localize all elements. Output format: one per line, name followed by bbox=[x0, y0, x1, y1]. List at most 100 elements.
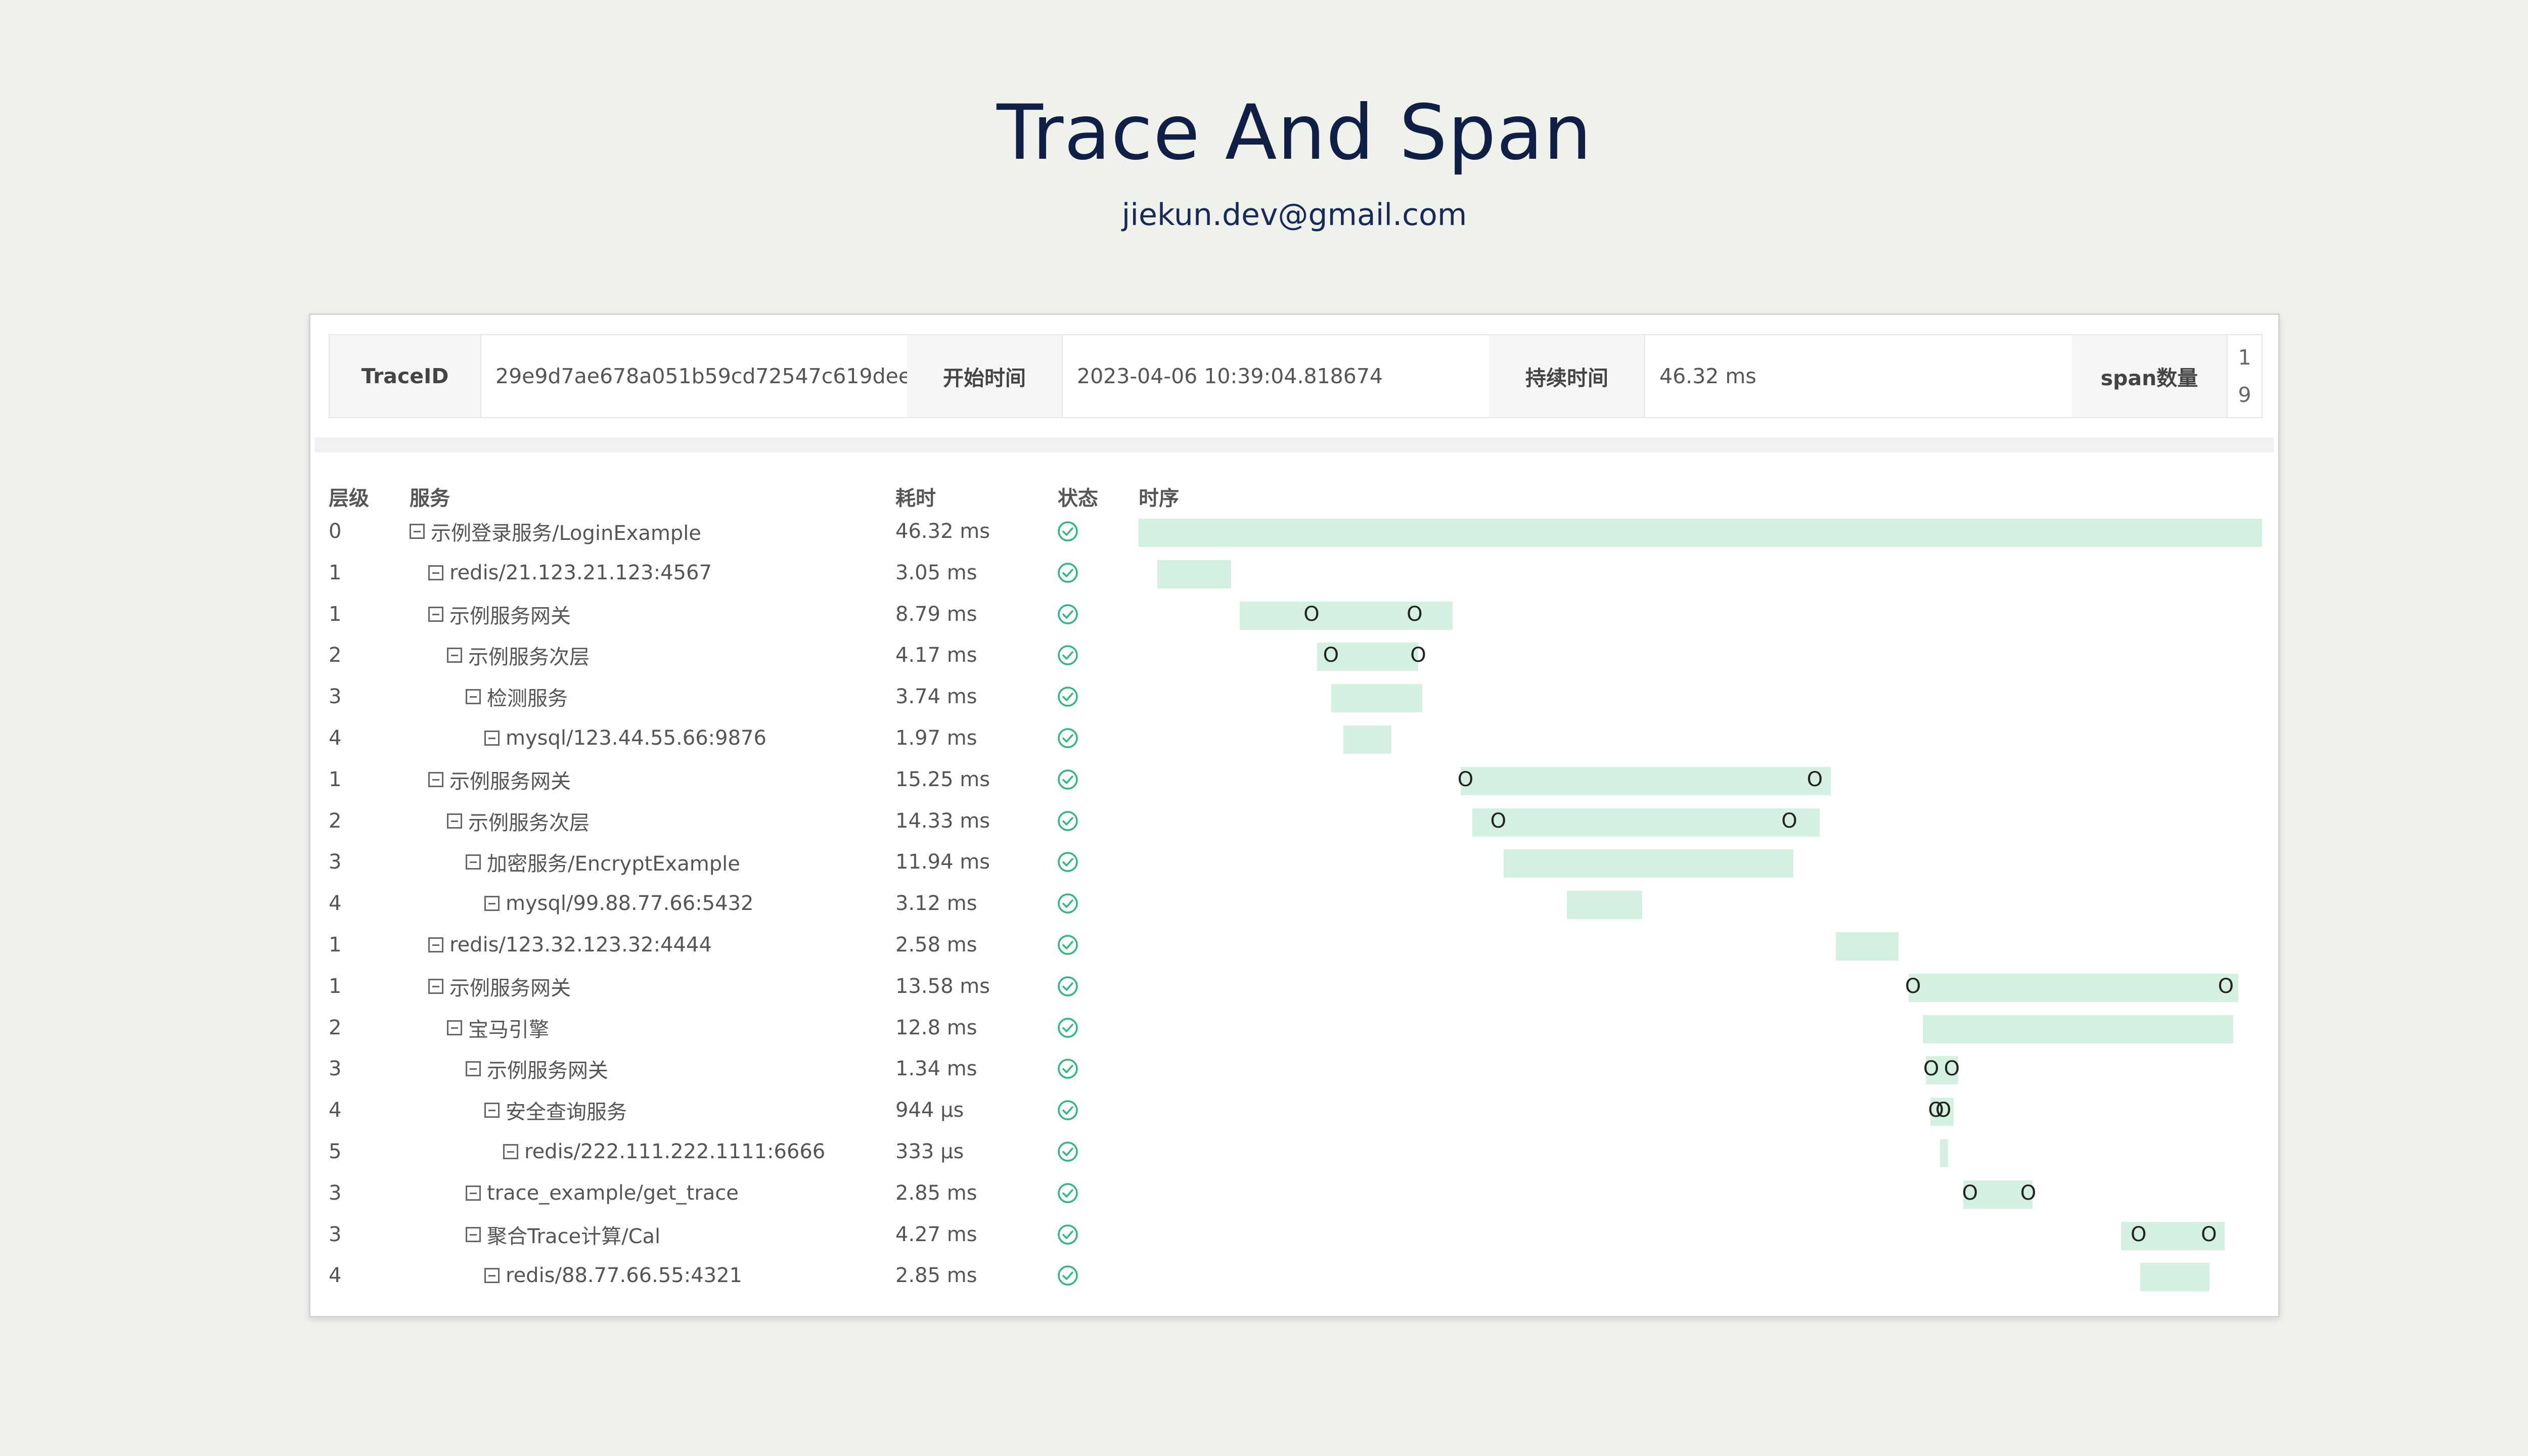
span-service-name: 示例服务次层 bbox=[468, 646, 590, 669]
collapse-icon[interactable] bbox=[428, 937, 443, 952]
span-row[interactable]: 1 redis/21.123.21.123:4567 3.05 ms bbox=[310, 552, 2277, 594]
span-row[interactable]: 1 示例服务网关 13.58 ms O O bbox=[310, 966, 2277, 1007]
span-timeline-bar[interactable] bbox=[1503, 849, 1793, 878]
span-event-marker[interactable]: O bbox=[1303, 597, 1319, 632]
duration-value: 46.32 ms bbox=[1644, 335, 2072, 417]
span-timeline-bar[interactable] bbox=[1157, 560, 1232, 588]
span-event-marker[interactable]: O bbox=[1923, 1051, 1939, 1086]
collapse-icon[interactable] bbox=[503, 1144, 518, 1159]
span-row[interactable]: 4 mysql/99.88.77.66:5432 3.12 ms bbox=[310, 883, 2277, 924]
span-row[interactable]: 0 示例登录服务/LoginExample 46.32 ms bbox=[310, 511, 2277, 552]
collapse-icon[interactable] bbox=[428, 565, 443, 580]
status-ok-icon bbox=[1058, 1183, 1078, 1203]
span-row[interactable]: 3 聚合Trace计算/Cal 4.27 ms O O bbox=[310, 1214, 2277, 1255]
span-event-marker[interactable]: O bbox=[1781, 803, 1797, 839]
collapse-icon[interactable] bbox=[447, 813, 462, 829]
span-service-name: 示例服务网关 bbox=[449, 976, 571, 1000]
span-timeline-bar[interactable] bbox=[1940, 1139, 1949, 1167]
span-event-marker[interactable]: O bbox=[2131, 1217, 2146, 1252]
span-duration: 3.05 ms bbox=[895, 561, 977, 584]
span-service: 示例服务网关 bbox=[428, 966, 571, 1007]
status-ok-icon bbox=[1058, 935, 1078, 955]
span-level: 3 bbox=[329, 850, 342, 874]
span-level: 0 bbox=[329, 520, 342, 543]
collapse-icon[interactable] bbox=[484, 1268, 500, 1284]
span-event-marker[interactable]: O bbox=[1905, 969, 1921, 1004]
collapse-icon[interactable] bbox=[410, 524, 425, 539]
span-timeline-bar[interactable] bbox=[1331, 684, 1422, 713]
collapse-icon[interactable] bbox=[428, 771, 443, 787]
header-level: 层级 bbox=[329, 487, 369, 510]
span-duration: 4.17 ms bbox=[895, 644, 977, 667]
span-row[interactable]: 2 示例服务次层 14.33 ms O O bbox=[310, 800, 2277, 842]
collapse-icon[interactable] bbox=[447, 1020, 462, 1035]
span-row[interactable]: 3 示例服务网关 1.34 ms O O bbox=[310, 1048, 2277, 1089]
collapse-icon[interactable] bbox=[466, 1226, 481, 1242]
span-service: 安全查询服务 bbox=[484, 1089, 627, 1131]
span-row[interactable]: 3 检测服务 3.74 ms bbox=[310, 676, 2277, 717]
collapse-icon[interactable] bbox=[466, 1185, 481, 1201]
span-timeline-bar[interactable] bbox=[1461, 766, 1831, 795]
span-row[interactable]: 1 示例服务网关 15.25 ms O O bbox=[310, 759, 2277, 800]
span-timeline-bar[interactable] bbox=[1343, 725, 1391, 754]
span-event-marker[interactable]: O bbox=[2218, 969, 2234, 1004]
trace-info-bar: TraceID 29e9d7ae678a051b59cd72547c619dee… bbox=[329, 334, 2263, 418]
span-duration: 8.79 ms bbox=[895, 602, 977, 626]
span-row[interactable]: 1 redis/123.32.123.32:4444 2.58 ms bbox=[310, 924, 2277, 966]
span-event-marker[interactable]: O bbox=[1410, 638, 1426, 673]
span-timeline-bar[interactable] bbox=[1922, 1015, 2233, 1043]
span-event-marker[interactable]: O bbox=[1962, 1175, 1978, 1211]
trace-panel: TraceID 29e9d7ae678a051b59cd72547c619dee… bbox=[309, 313, 2280, 1317]
span-event-marker[interactable]: O bbox=[2201, 1217, 2217, 1252]
header-service: 服务 bbox=[410, 487, 450, 510]
span-duration: 1.34 ms bbox=[895, 1057, 977, 1081]
span-row[interactable]: 4 redis/88.77.66.55:4321 2.85 ms bbox=[310, 1255, 2277, 1296]
span-service-name: 示例登录服务/LoginExample bbox=[431, 522, 701, 545]
span-timeline-bar[interactable] bbox=[1566, 891, 1643, 920]
collapse-icon[interactable] bbox=[484, 896, 500, 912]
span-event-marker[interactable]: O bbox=[1807, 762, 1823, 797]
collapse-icon[interactable] bbox=[466, 1061, 481, 1077]
collapse-icon[interactable] bbox=[484, 1103, 500, 1118]
span-duration: 46.32 ms bbox=[895, 520, 990, 543]
slide-title: Trace And Span bbox=[997, 89, 1592, 177]
span-event-marker[interactable]: O bbox=[1935, 1093, 1951, 1128]
span-row[interactable]: 3 trace_example/get_trace 2.85 ms O O bbox=[310, 1172, 2277, 1214]
span-event-marker[interactable]: O bbox=[1458, 762, 1473, 797]
span-level: 4 bbox=[329, 1099, 342, 1122]
span-service-name: 示例服务网关 bbox=[449, 604, 571, 628]
collapse-icon[interactable] bbox=[466, 854, 481, 870]
span-timeline-bar[interactable] bbox=[1836, 932, 1899, 961]
span-row[interactable]: 2 示例服务次层 4.17 ms O O bbox=[310, 634, 2277, 676]
collapse-icon[interactable] bbox=[428, 606, 443, 622]
span-row[interactable]: 4 安全查询服务 944 µs O O bbox=[310, 1089, 2277, 1131]
span-row[interactable]: 2 宝马引擎 12.8 ms bbox=[310, 1007, 2277, 1049]
span-timeline-bar[interactable] bbox=[1472, 808, 1820, 837]
span-row[interactable]: 5 redis/222.111.222.1111:6666 333 µs bbox=[310, 1131, 2277, 1172]
span-service-name: redis/88.77.66.55:4321 bbox=[506, 1264, 743, 1288]
span-service-name: 聚合Trace计算/Cal bbox=[487, 1224, 661, 1248]
status-ok-icon bbox=[1058, 563, 1078, 583]
span-row[interactable]: 4 mysql/123.44.55.66:9876 1.97 ms bbox=[310, 717, 2277, 759]
span-duration: 333 µs bbox=[895, 1140, 964, 1163]
span-duration: 1.97 ms bbox=[895, 726, 977, 750]
collapse-icon[interactable] bbox=[428, 978, 443, 994]
span-service-name: trace_example/get_trace bbox=[487, 1181, 739, 1205]
span-event-marker[interactable]: O bbox=[1491, 803, 1506, 839]
span-row[interactable]: 1 示例服务网关 8.79 ms O O bbox=[310, 594, 2277, 635]
span-timeline-bar[interactable] bbox=[2140, 1263, 2209, 1292]
span-event-marker[interactable]: O bbox=[1944, 1051, 1960, 1086]
collapse-icon[interactable] bbox=[484, 731, 500, 746]
span-level: 1 bbox=[329, 767, 342, 791]
span-event-marker[interactable]: O bbox=[2020, 1175, 2036, 1211]
collapse-icon[interactable] bbox=[466, 689, 481, 705]
span-timeline-bar[interactable] bbox=[1139, 519, 2262, 547]
span-event-marker[interactable]: O bbox=[1323, 638, 1339, 673]
collapse-icon[interactable] bbox=[447, 648, 462, 663]
span-row[interactable]: 3 加密服务/EncryptExample 11.94 ms bbox=[310, 841, 2277, 883]
span-duration: 3.12 ms bbox=[895, 892, 977, 916]
span-timeline-bar[interactable] bbox=[1909, 973, 2238, 1002]
span-event-marker[interactable]: O bbox=[1407, 597, 1422, 632]
span-level: 1 bbox=[329, 602, 342, 626]
span-service: 示例服务网关 bbox=[428, 759, 571, 800]
